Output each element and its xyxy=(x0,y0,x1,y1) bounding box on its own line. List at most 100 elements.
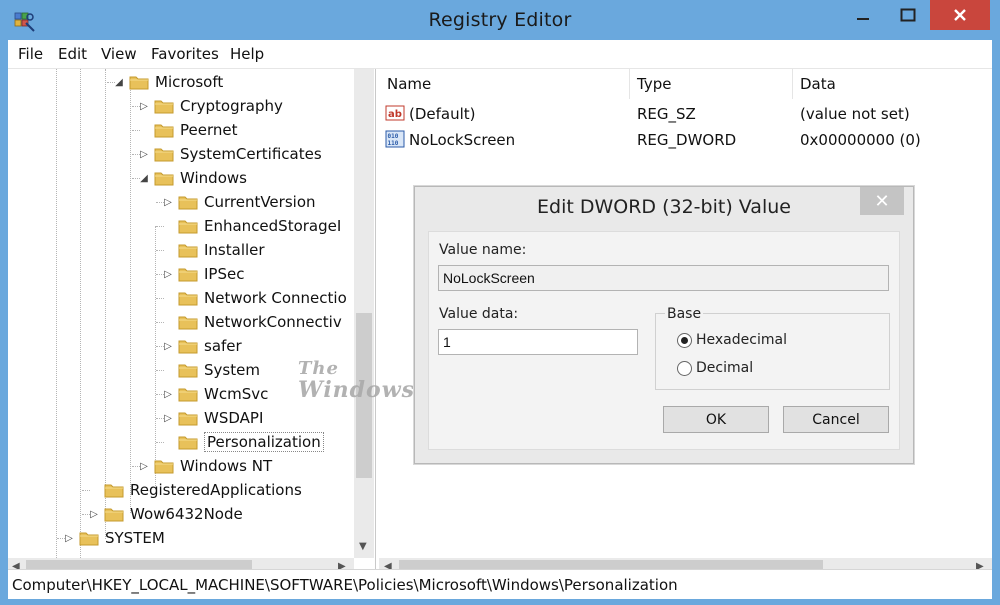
column-header-data[interactable]: Data xyxy=(800,69,836,99)
value-name-field[interactable] xyxy=(438,265,889,291)
tree-guide-line xyxy=(156,346,164,347)
tree-guide-line xyxy=(132,466,140,467)
tree-guide-line xyxy=(57,538,65,539)
folder-icon xyxy=(178,266,198,282)
tree-item[interactable]: System xyxy=(162,358,260,382)
folder-icon xyxy=(129,74,149,90)
tree-guide-line xyxy=(82,514,90,515)
hexadecimal-radio[interactable]: Hexadecimal xyxy=(677,332,787,348)
tree-item-label: Installer xyxy=(204,241,265,259)
column-header-type[interactable]: Type xyxy=(637,69,671,99)
tree-item[interactable]: ▷ Cryptography xyxy=(138,94,283,118)
menu-view[interactable]: View xyxy=(101,45,137,63)
folder-icon xyxy=(154,122,174,138)
tree-guide-line xyxy=(156,442,164,443)
folder-icon xyxy=(104,482,124,498)
tree-item[interactable]: ◢ Windows xyxy=(138,166,247,190)
decimal-radio[interactable]: Decimal xyxy=(677,360,753,376)
tree-item[interactable]: ▷ CurrentVersion xyxy=(162,190,315,214)
tree-item-label: Windows xyxy=(180,169,247,187)
tree-item[interactable]: ▷ Windows NT xyxy=(138,454,272,478)
folder-icon xyxy=(178,194,198,210)
list-row[interactable]: ab (Default) REG_SZ (value not set) xyxy=(379,101,992,127)
menu-favorites[interactable]: Favorites xyxy=(151,45,219,63)
tree-vertical-scrollbar[interactable]: ▼ xyxy=(354,69,374,558)
value-data: 0x00000000 (0) xyxy=(800,131,921,149)
tree-item-label: Network Connectio xyxy=(204,289,347,307)
value-name: NoLockScreen xyxy=(409,131,516,149)
list-row[interactable]: 010 110 NoLockScreen REG_DWORD 0x0000000… xyxy=(379,127,992,153)
tree-item[interactable]: ▷ Wow6432Node xyxy=(88,502,243,526)
minimize-button[interactable] xyxy=(842,0,884,30)
tree-guide-line xyxy=(156,418,164,419)
svg-text:ab: ab xyxy=(388,109,402,120)
column-separator[interactable] xyxy=(792,69,793,99)
registry-tree-pane[interactable]: ◢ Microsoft ▷ Cryptography Peernet ▷ SystemCer… xyxy=(8,69,376,578)
cancel-button[interactable]: Cancel xyxy=(783,406,889,433)
tree-item[interactable]: EnhancedStorageI xyxy=(162,214,341,238)
title-bar[interactable]: Registry Editor xyxy=(0,0,1000,40)
tree-item[interactable]: ▷ safer xyxy=(162,334,242,358)
tree-guide-line xyxy=(156,394,164,395)
folder-icon xyxy=(154,458,174,474)
radio-unselected-icon[interactable] xyxy=(677,360,692,376)
tree-guide-line xyxy=(132,106,140,107)
menu-bar: File Edit View Favorites Help xyxy=(8,40,992,69)
base-groupbox xyxy=(655,313,890,390)
scroll-down-arrow-icon[interactable]: ▼ xyxy=(359,541,367,552)
tree-item[interactable]: Personalization xyxy=(162,430,324,454)
minimize-icon xyxy=(857,18,869,20)
base-label: Base xyxy=(665,306,704,322)
close-button[interactable] xyxy=(930,0,990,30)
folder-icon xyxy=(178,386,198,402)
tree-guide-line xyxy=(156,250,164,251)
menu-edit[interactable]: Edit xyxy=(58,45,87,63)
decimal-label: Decimal xyxy=(696,360,754,376)
tree-item[interactable]: ▷ WSDAPI xyxy=(162,406,263,430)
folder-icon xyxy=(178,410,198,426)
ok-button[interactable]: OK xyxy=(663,406,769,433)
tree-item[interactable]: ◢ Microsoft xyxy=(113,70,223,94)
tree-item[interactable]: ▷ SYSTEM xyxy=(63,526,165,550)
tree-item-label: System xyxy=(204,361,260,379)
tree-item-label: RegisteredApplications xyxy=(130,481,302,499)
value-type: REG_DWORD xyxy=(637,131,737,149)
string-value-icon: ab xyxy=(385,104,405,126)
tree-guide-line xyxy=(132,154,140,155)
dialog-body: Value name: Value data: Base Hexadecimal… xyxy=(428,231,900,450)
column-header-name[interactable]: Name xyxy=(387,69,431,99)
maximize-button[interactable] xyxy=(886,0,930,30)
value-data-label: Value data: xyxy=(439,306,519,322)
menu-file[interactable]: File xyxy=(18,45,43,63)
tree-item[interactable]: NetworkConnectiv xyxy=(162,310,342,334)
tree-guide-line xyxy=(130,83,131,513)
tree-guide-line xyxy=(80,69,81,578)
tree-guide-line xyxy=(155,226,156,488)
value-data: (value not set) xyxy=(800,105,910,123)
tree-item[interactable]: ▷ WcmSvc xyxy=(162,382,268,406)
tree-item[interactable]: Peernet xyxy=(138,118,238,142)
dialog-close-button[interactable]: ✕ xyxy=(860,187,904,215)
value-data-field[interactable] xyxy=(438,329,638,355)
tree-guide-line xyxy=(82,490,90,491)
menu-help[interactable]: Help xyxy=(230,45,264,63)
tree-item[interactable]: ▷ SystemCertificates xyxy=(138,142,322,166)
hexadecimal-label: Hexadecimal xyxy=(696,332,787,348)
column-separator[interactable] xyxy=(629,69,630,99)
dialog-title: Edit DWORD (32-bit) Value xyxy=(537,196,791,218)
tree-item-label: Peernet xyxy=(180,121,238,139)
folder-icon xyxy=(154,146,174,162)
tree-item-label: NetworkConnectiv xyxy=(204,313,342,331)
tree-item[interactable]: RegisteredApplications xyxy=(88,478,302,502)
tree-item[interactable]: Network Connectio xyxy=(162,286,347,310)
tree-item-label: EnhancedStorageI xyxy=(204,217,342,235)
tree-item[interactable]: Installer xyxy=(162,238,265,262)
tree-item[interactable]: ▷ IPSec xyxy=(162,262,244,286)
edit-dword-dialog: Edit DWORD (32-bit) Value ✕ Value name: … xyxy=(414,186,914,464)
folder-icon xyxy=(178,218,198,234)
tree-guide-line xyxy=(156,226,164,227)
tree-item-label: WSDAPI xyxy=(204,409,264,427)
radio-selected-icon[interactable] xyxy=(677,332,692,348)
svg-text:010: 010 xyxy=(388,133,399,140)
folder-icon xyxy=(79,530,99,546)
